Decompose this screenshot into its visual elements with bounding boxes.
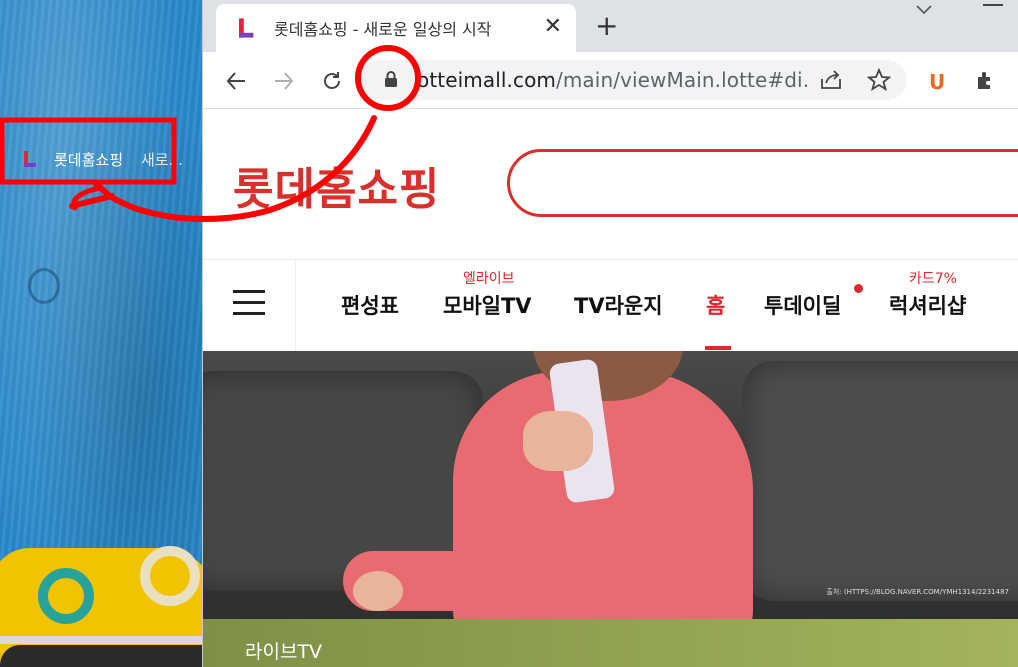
address-bar[interactable]: otteimall.com/main/viewMain.lotte#di...	[359, 60, 907, 100]
url-path: /main/viewMain.lotte#di...	[556, 68, 807, 92]
site-search-input[interactable]	[507, 149, 1018, 217]
nav-sub-badge: 카드7%	[909, 271, 957, 287]
tab-search-icon[interactable]	[915, 0, 933, 21]
wallpaper-detail	[28, 268, 60, 304]
url-text: otteimall.com/main/viewMain.lotte#di...	[417, 68, 807, 92]
reload-icon[interactable]	[317, 66, 347, 96]
nav-item-mobile-tv[interactable]: 모바일TV	[443, 290, 532, 320]
nav-sub-badge: 엘라이브	[463, 271, 515, 287]
minimize-icon[interactable]	[983, 4, 1003, 6]
nav-item-tv-lounge[interactable]: TV라운지	[574, 290, 663, 320]
nav-item-home[interactable]: 홈	[706, 290, 725, 320]
banner-credit: 출처: (HTTPS://BLOG.NAVER.COM/YMH1314/2231…	[826, 588, 1009, 596]
tab-title: 롯데홈쇼핑 - 새로운 일상의 시작	[274, 20, 492, 39]
desktop-shortcut[interactable]: 롯데홈쇼핑 새로...	[22, 146, 183, 172]
browser-window: 롯데홈쇼핑 - 새로운 일상의 시작 ✕ + otteimall.com/mai…	[202, 0, 1018, 667]
lotte-logo-icon	[22, 151, 36, 167]
browser-toolbar: otteimall.com/main/viewMain.lotte#di... …	[203, 52, 1018, 109]
banner-sofa	[743, 361, 1018, 601]
tab-strip: 롯데홈쇼핑 - 새로운 일상의 시작 ✕ +	[203, 0, 1018, 52]
back-icon[interactable]	[221, 66, 251, 96]
new-badge-dot	[854, 284, 863, 293]
wallpaper-detail	[140, 546, 200, 606]
wallpaper-detail	[0, 636, 202, 644]
desktop-wallpaper: 롯데홈쇼핑 새로...	[0, 0, 202, 667]
new-tab-button[interactable]: +	[595, 12, 618, 40]
banner-figure	[353, 571, 403, 611]
browser-tab[interactable]: 롯데홈쇼핑 - 새로운 일상의 시작 ✕	[216, 4, 576, 52]
close-tab-icon[interactable]: ✕	[544, 14, 562, 39]
wallpaper-detail	[0, 645, 202, 667]
web-page: 롯데홈쇼핑 편성표 엘라이브 모바일TV TV라운지 홈 투데이딜 카드7% 럭…	[203, 109, 1018, 667]
nav-item-schedule[interactable]: 편성표	[341, 290, 399, 320]
extension-u-icon[interactable]: U	[929, 70, 945, 94]
banner-figure	[523, 411, 593, 471]
lock-icon[interactable]	[383, 70, 399, 92]
active-tab-indicator	[705, 346, 731, 350]
nav-divider	[295, 260, 296, 352]
shortcut-label: 롯데홈쇼핑	[54, 150, 124, 169]
url-domain: otteimall.com	[417, 68, 557, 92]
site-logo[interactable]: 롯데홈쇼핑	[233, 153, 440, 217]
shortcut-sublabel: 새로...	[141, 150, 183, 169]
bookmark-star-icon[interactable]	[866, 67, 892, 96]
live-video-banner[interactable]: 출처: (HTTPS://BLOG.NAVER.COM/YMH1314/2231…	[203, 351, 1018, 619]
lotte-favicon-icon	[237, 18, 254, 38]
nav-item-luxury-shop[interactable]: 럭셔리샵	[889, 290, 966, 320]
forward-icon[interactable]	[269, 66, 299, 96]
main-navigation: 편성표 엘라이브 모바일TV TV라운지 홈 투데이딜 카드7% 럭셔리샵	[203, 259, 1018, 352]
extensions-puzzle-icon[interactable]	[971, 66, 1001, 96]
live-strip: 라이브TV	[203, 619, 1018, 667]
nav-item-today-deal[interactable]: 투데이딜	[764, 290, 841, 320]
share-icon[interactable]	[819, 69, 843, 95]
live-tv-label[interactable]: 라이브TV	[245, 637, 322, 664]
menu-hamburger-icon[interactable]	[233, 290, 265, 316]
wallpaper-detail	[38, 568, 94, 624]
